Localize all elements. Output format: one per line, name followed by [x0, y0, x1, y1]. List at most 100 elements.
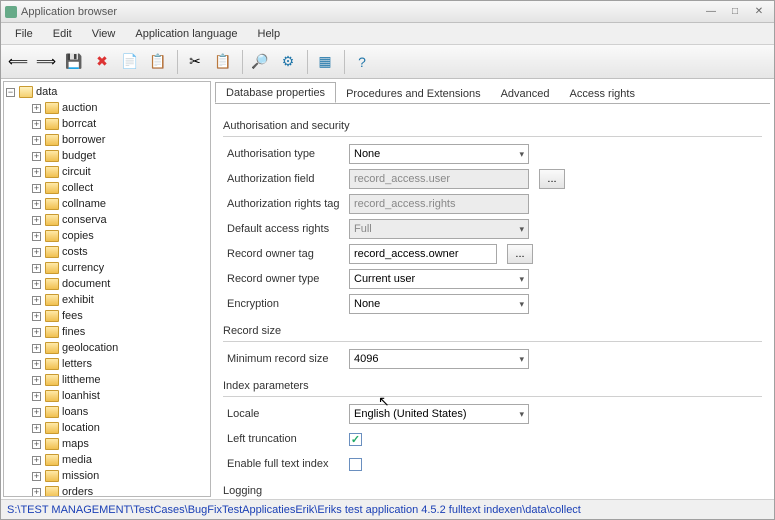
tree-expand-icon[interactable]: + — [32, 104, 41, 113]
select-encryption[interactable]: None▾ — [349, 294, 529, 314]
menu-view[interactable]: View — [82, 25, 126, 43]
input-owner-tag[interactable]: record_access.owner — [349, 244, 497, 264]
run-button[interactable]: ⚙ — [275, 49, 301, 75]
tree-item[interactable]: +geolocation — [4, 340, 210, 356]
tree-item[interactable]: +circuit — [4, 164, 210, 180]
back-button[interactable]: ⟸ — [5, 49, 31, 75]
browse-auth-field[interactable]: ... — [539, 169, 565, 189]
tree-item-label: borrcat — [62, 118, 96, 130]
tree-expand-icon[interactable]: + — [32, 152, 41, 161]
tree-item[interactable]: +location — [4, 420, 210, 436]
tree-expand-icon[interactable]: + — [32, 360, 41, 369]
label-left-trunc: Left truncation — [223, 433, 349, 445]
properties-button[interactable]: ▦ — [312, 49, 338, 75]
tree-collapse-icon[interactable]: − — [6, 88, 15, 97]
tree-expand-icon[interactable]: + — [32, 376, 41, 385]
tree-scroll[interactable]: −data+auction+borrcat+borrower+budget+ci… — [4, 82, 210, 496]
menu-applang[interactable]: Application language — [125, 25, 247, 43]
tree-expand-icon[interactable]: + — [32, 184, 41, 193]
tree-item[interactable]: +mission — [4, 468, 210, 484]
select-owner-type[interactable]: Current user▾ — [349, 269, 529, 289]
tree-expand-icon[interactable]: + — [32, 392, 41, 401]
copy-button[interactable]: 📋 — [145, 49, 171, 75]
tree-item[interactable]: +maps — [4, 436, 210, 452]
delete-button[interactable]: ✖ — [89, 49, 115, 75]
tree-item[interactable]: +collname — [4, 196, 210, 212]
save-button[interactable]: 💾 — [61, 49, 87, 75]
tree-item[interactable]: +copies — [4, 228, 210, 244]
tree-item[interactable]: + borrower — [4, 132, 210, 148]
tree-expand-icon[interactable]: + — [32, 488, 41, 497]
tree-expand-icon[interactable]: + — [32, 408, 41, 417]
tree-expand-icon[interactable]: + — [32, 296, 41, 305]
tree-item-label: letters — [62, 358, 92, 370]
tree-root-label[interactable]: data — [36, 86, 57, 98]
new-button[interactable]: 📄 — [117, 49, 143, 75]
tree-item[interactable]: + costs — [4, 244, 210, 260]
menu-help[interactable]: Help — [248, 25, 291, 43]
tree-item[interactable]: +document — [4, 276, 210, 292]
select-min-record[interactable]: 4096▾ — [349, 349, 529, 369]
help-button[interactable]: ? — [349, 49, 375, 75]
tree-item[interactable]: +currency — [4, 260, 210, 276]
tree-expand-icon[interactable]: + — [32, 424, 41, 433]
tree-item[interactable]: + borrcat — [4, 116, 210, 132]
menu-file[interactable]: File — [5, 25, 43, 43]
tree-item[interactable]: + letters — [4, 356, 210, 372]
tree-item[interactable]: +collect — [4, 180, 210, 196]
tree-expand-icon[interactable]: + — [32, 248, 41, 257]
tree-expand-icon[interactable]: + — [32, 344, 41, 353]
tab-advanced[interactable]: Advanced — [491, 84, 560, 103]
tree-item[interactable]: +exhibit — [4, 292, 210, 308]
paste-button[interactable]: 📋 — [210, 49, 236, 75]
tree-item-label: loanhist — [62, 390, 100, 402]
tree-item[interactable]: +loans — [4, 404, 210, 420]
tree-expand-icon[interactable]: + — [32, 200, 41, 209]
folder-icon — [45, 102, 59, 114]
tree-item[interactable]: + orders — [4, 484, 210, 496]
forward-button[interactable]: ⟹ — [33, 49, 59, 75]
tree-item-label: fees — [62, 310, 83, 322]
cut-button[interactable]: ✂ — [182, 49, 208, 75]
maximize-button[interactable]: □ — [724, 4, 746, 20]
tree-item-label: orders — [62, 486, 93, 496]
tree-item[interactable]: +conserva — [4, 212, 210, 228]
tree-item[interactable]: +littheme — [4, 372, 210, 388]
tree-item[interactable]: + fees — [4, 308, 210, 324]
tree-item-label: costs — [62, 246, 88, 258]
tree-item-label: borrower — [62, 134, 105, 146]
form-body[interactable]: Authorisation and security Authorisation… — [215, 103, 770, 499]
tree-expand-icon[interactable]: + — [32, 472, 41, 481]
checkbox-left-trunc[interactable]: ✓ — [349, 433, 362, 446]
tab-database-properties[interactable]: Database properties — [215, 82, 336, 103]
select-default-access: Full▾ — [349, 219, 529, 239]
tree-expand-icon[interactable]: + — [32, 312, 41, 321]
browse-owner-tag[interactable]: ... — [507, 244, 533, 264]
tree-expand-icon[interactable]: + — [32, 168, 41, 177]
tree-item[interactable]: +fines — [4, 324, 210, 340]
close-button[interactable]: ✕ — [748, 4, 770, 20]
checkbox-fulltext[interactable] — [349, 458, 362, 471]
tree-expand-icon[interactable]: + — [32, 280, 41, 289]
tree-item[interactable]: +media — [4, 452, 210, 468]
label-owner-type: Record owner type — [223, 273, 349, 285]
tree-item[interactable]: + loanhist — [4, 388, 210, 404]
tab-procedures-extensions[interactable]: Procedures and Extensions — [336, 84, 491, 103]
tree-item[interactable]: +auction — [4, 100, 210, 116]
tree-expand-icon[interactable]: + — [32, 216, 41, 225]
tab-access-rights[interactable]: Access rights — [560, 84, 645, 103]
find-button[interactable]: 🔎 — [247, 49, 273, 75]
tree-expand-icon[interactable]: + — [32, 456, 41, 465]
minimize-button[interactable]: — — [700, 4, 722, 20]
select-locale[interactable]: English (United States)▾ — [349, 404, 529, 424]
input-auth-tag: record_access.rights — [349, 194, 529, 214]
tree-expand-icon[interactable]: + — [32, 232, 41, 241]
menu-edit[interactable]: Edit — [43, 25, 82, 43]
tree-expand-icon[interactable]: + — [32, 328, 41, 337]
select-auth-type[interactable]: None▾ — [349, 144, 529, 164]
tree-expand-icon[interactable]: + — [32, 440, 41, 449]
tree-expand-icon[interactable]: + — [32, 120, 41, 129]
tree-item[interactable]: +budget — [4, 148, 210, 164]
tree-expand-icon[interactable]: + — [32, 264, 41, 273]
tree-expand-icon[interactable]: + — [32, 136, 41, 145]
